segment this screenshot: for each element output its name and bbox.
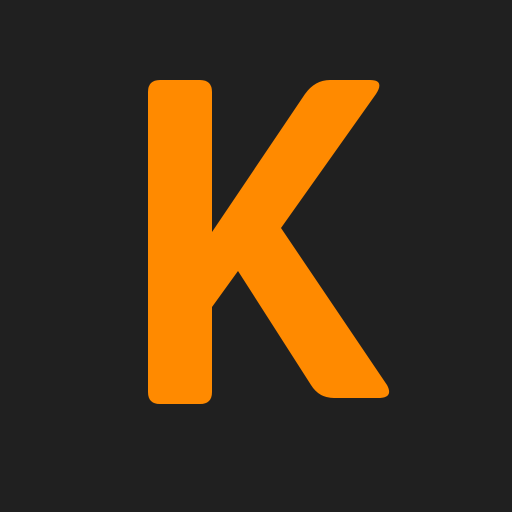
k-letter-shape	[148, 80, 390, 404]
k-letter-logo-icon	[148, 80, 390, 404]
app-icon-tile	[0, 0, 512, 512]
